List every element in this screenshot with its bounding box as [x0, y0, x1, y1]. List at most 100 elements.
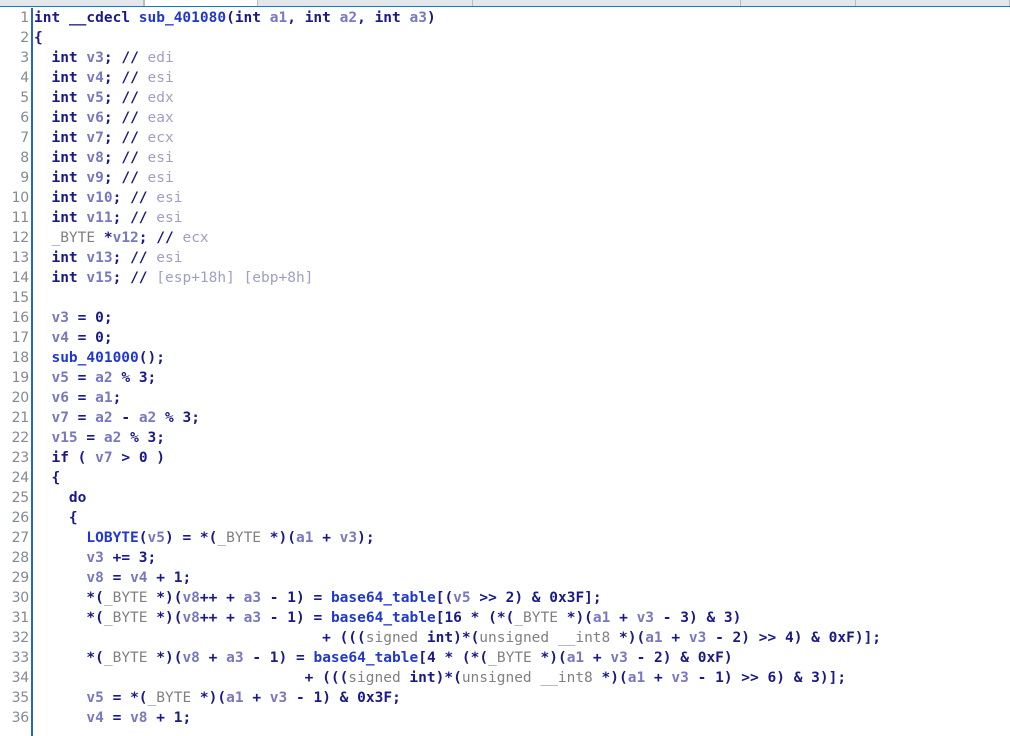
- code-line[interactable]: 9 int v9; // esi: [0, 168, 1010, 188]
- line-text[interactable]: LOBYTE(v5) = *(_BYTE *)(a1 + v3);: [34, 528, 374, 548]
- line-text[interactable]: *(_BYTE *)(v8 + a3 - 1) = base64_table[4…: [34, 648, 732, 668]
- line-number: 25: [11, 490, 30, 506]
- line-text[interactable]: v3 = 0;: [34, 308, 112, 328]
- line-number: 18: [11, 350, 30, 366]
- line-text[interactable]: if ( v7 > 0 ): [34, 448, 165, 468]
- code-line[interactable]: 36 v4 = v8 + 1;: [0, 708, 1010, 728]
- line-text[interactable]: int v8; // esi: [34, 148, 173, 168]
- line-text[interactable]: int v6; // eax: [34, 108, 173, 128]
- code-line[interactable]: 14 int v15; // [esp+18h] [ebp+8h]: [0, 268, 1010, 288]
- code-line[interactable]: 27 LOBYTE(v5) = *(_BYTE *)(a1 + v3);: [0, 528, 1010, 548]
- code-line[interactable]: 25 do: [0, 488, 1010, 508]
- code-line[interactable]: 31 *(_BYTE *)(v8++ + a3 - 1) = base64_ta…: [0, 608, 1010, 628]
- code-area[interactable]: 1 int __cdecl sub_401080(int a1, int a2, …: [0, 8, 1010, 728]
- code-line[interactable]: 17 v4 = 0;: [0, 328, 1010, 348]
- line-number: 23: [11, 450, 30, 466]
- line-text[interactable]: {: [34, 28, 43, 48]
- code-line[interactable]: 13 int v13; // esi: [0, 248, 1010, 268]
- line-number: 35: [11, 690, 30, 706]
- line-text[interactable]: v6 = a1;: [34, 388, 121, 408]
- line-text[interactable]: int v11; // esi: [34, 208, 182, 228]
- line-number: 26: [11, 510, 30, 526]
- tab-strip-underline: [0, 6, 1010, 7]
- code-line[interactable]: 33 *(_BYTE *)(v8 + a3 - 1) = base64_tabl…: [0, 648, 1010, 668]
- line-number: 31: [11, 610, 30, 626]
- line-text[interactable]: {: [34, 468, 60, 488]
- line-number: 21: [11, 410, 30, 426]
- line-text[interactable]: int v5; // edx: [34, 88, 173, 108]
- code-line[interactable]: 22 v15 = a2 % 3;: [0, 428, 1010, 448]
- line-number: 10: [11, 190, 30, 206]
- code-line[interactable]: 12 _BYTE *v12; // ecx: [0, 228, 1010, 248]
- line-number: 11: [11, 210, 30, 226]
- line-text[interactable]: int v13; // esi: [34, 248, 182, 268]
- code-line[interactable]: 4 int v4; // esi: [0, 68, 1010, 88]
- line-number: 8: [20, 150, 29, 166]
- code-line[interactable]: 2{: [0, 28, 1010, 48]
- code-line[interactable]: 19 v5 = a2 % 3;: [0, 368, 1010, 388]
- code-line[interactable]: 10 int v10; // esi: [0, 188, 1010, 208]
- line-number: 36: [11, 710, 30, 726]
- line-text[interactable]: int v10; // esi: [34, 188, 182, 208]
- code-line[interactable]: 7 int v7; // ecx: [0, 128, 1010, 148]
- code-line[interactable]: 15: [0, 288, 1010, 308]
- code-line[interactable]: 23 if ( v7 > 0 ): [0, 448, 1010, 468]
- line-text[interactable]: v5 = *(_BYTE *)(a1 + v3 - 1) & 0x3F;: [34, 688, 400, 708]
- code-line[interactable]: 24 {: [0, 468, 1010, 488]
- line-number: 6: [20, 110, 29, 126]
- line-number: 33: [11, 650, 30, 666]
- line-number: 27: [11, 530, 30, 546]
- code-line[interactable]: 28 v3 += 3;: [0, 548, 1010, 568]
- code-line[interactable]: 11 int v11; // esi: [0, 208, 1010, 228]
- code-line[interactable]: 26 {: [0, 508, 1010, 528]
- code-line[interactable]: 1 int __cdecl sub_401080(int a1, int a2, …: [0, 8, 1010, 28]
- line-text[interactable]: v3 += 3;: [34, 548, 156, 568]
- pseudocode-editor[interactable]: 1 int __cdecl sub_401080(int a1, int a2, …: [0, 8, 1010, 736]
- line-number: 12: [11, 230, 30, 246]
- line-number: 19: [11, 370, 30, 386]
- code-line[interactable]: 18 sub_401000();: [0, 348, 1010, 368]
- line-number: 3: [20, 50, 29, 66]
- line-number: 7: [20, 130, 29, 146]
- code-line[interactable]: 3 int v3; // edi: [0, 48, 1010, 68]
- line-number: 1: [20, 10, 29, 26]
- code-line[interactable]: 16 v3 = 0;: [0, 308, 1010, 328]
- line-text[interactable]: sub_401000();: [34, 348, 165, 368]
- line-text[interactable]: v4 = 0;: [34, 328, 112, 348]
- line-number: 28: [11, 550, 30, 566]
- code-line[interactable]: 32 + (((signed int)*(unsigned __int8 *)(…: [0, 628, 1010, 648]
- line-number: 17: [11, 330, 30, 346]
- code-line[interactable]: 35 v5 = *(_BYTE *)(a1 + v3 - 1) & 0x3F;: [0, 688, 1010, 708]
- line-number: 20: [11, 390, 30, 406]
- code-line[interactable]: 29 v8 = v4 + 1;: [0, 568, 1010, 588]
- line-text[interactable]: int __cdecl sub_401080(int a1, int a2, i…: [34, 8, 436, 28]
- line-number: 29: [11, 570, 30, 586]
- line-text[interactable]: int v4; // esi: [34, 68, 173, 88]
- code-line[interactable]: 6 int v6; // eax: [0, 108, 1010, 128]
- line-text[interactable]: + (((signed int)*(unsigned __int8 *)(a1 …: [34, 628, 881, 648]
- line-number: 22: [11, 430, 30, 446]
- line-text[interactable]: int v7; // ecx: [34, 128, 173, 148]
- code-line[interactable]: 21 v7 = a2 - a2 % 3;: [0, 408, 1010, 428]
- line-text[interactable]: v5 = a2 % 3;: [34, 368, 156, 388]
- line-text[interactable]: *(_BYTE *)(v8++ + a3 - 1) = base64_table…: [34, 608, 741, 628]
- line-text[interactable]: int v9; // esi: [34, 168, 173, 188]
- line-text[interactable]: v8 = v4 + 1;: [34, 568, 191, 588]
- line-text[interactable]: v4 = v8 + 1;: [34, 708, 191, 728]
- code-line[interactable]: 20 v6 = a1;: [0, 388, 1010, 408]
- line-text[interactable]: *(_BYTE *)(v8++ + a3 - 1) = base64_table…: [34, 588, 601, 608]
- line-number: 5: [20, 90, 29, 106]
- code-line[interactable]: 8 int v8; // esi: [0, 148, 1010, 168]
- line-text[interactable]: _BYTE *v12; // ecx: [34, 228, 208, 248]
- line-text[interactable]: + (((signed int)*(unsigned __int8 *)(a1 …: [34, 668, 846, 688]
- line-text[interactable]: int v3; // edi: [34, 48, 173, 68]
- line-text[interactable]: v7 = a2 - a2 % 3;: [34, 408, 199, 428]
- line-text[interactable]: v15 = a2 % 3;: [34, 428, 165, 448]
- code-line[interactable]: 30 *(_BYTE *)(v8++ + a3 - 1) = base64_ta…: [0, 588, 1010, 608]
- line-text[interactable]: {: [34, 508, 78, 528]
- line-number: 16: [11, 310, 30, 326]
- line-text[interactable]: do: [34, 488, 86, 508]
- line-text[interactable]: int v15; // [esp+18h] [ebp+8h]: [34, 268, 313, 288]
- code-line[interactable]: 5 int v5; // edx: [0, 88, 1010, 108]
- code-line[interactable]: 34 + (((signed int)*(unsigned __int8 *)(…: [0, 668, 1010, 688]
